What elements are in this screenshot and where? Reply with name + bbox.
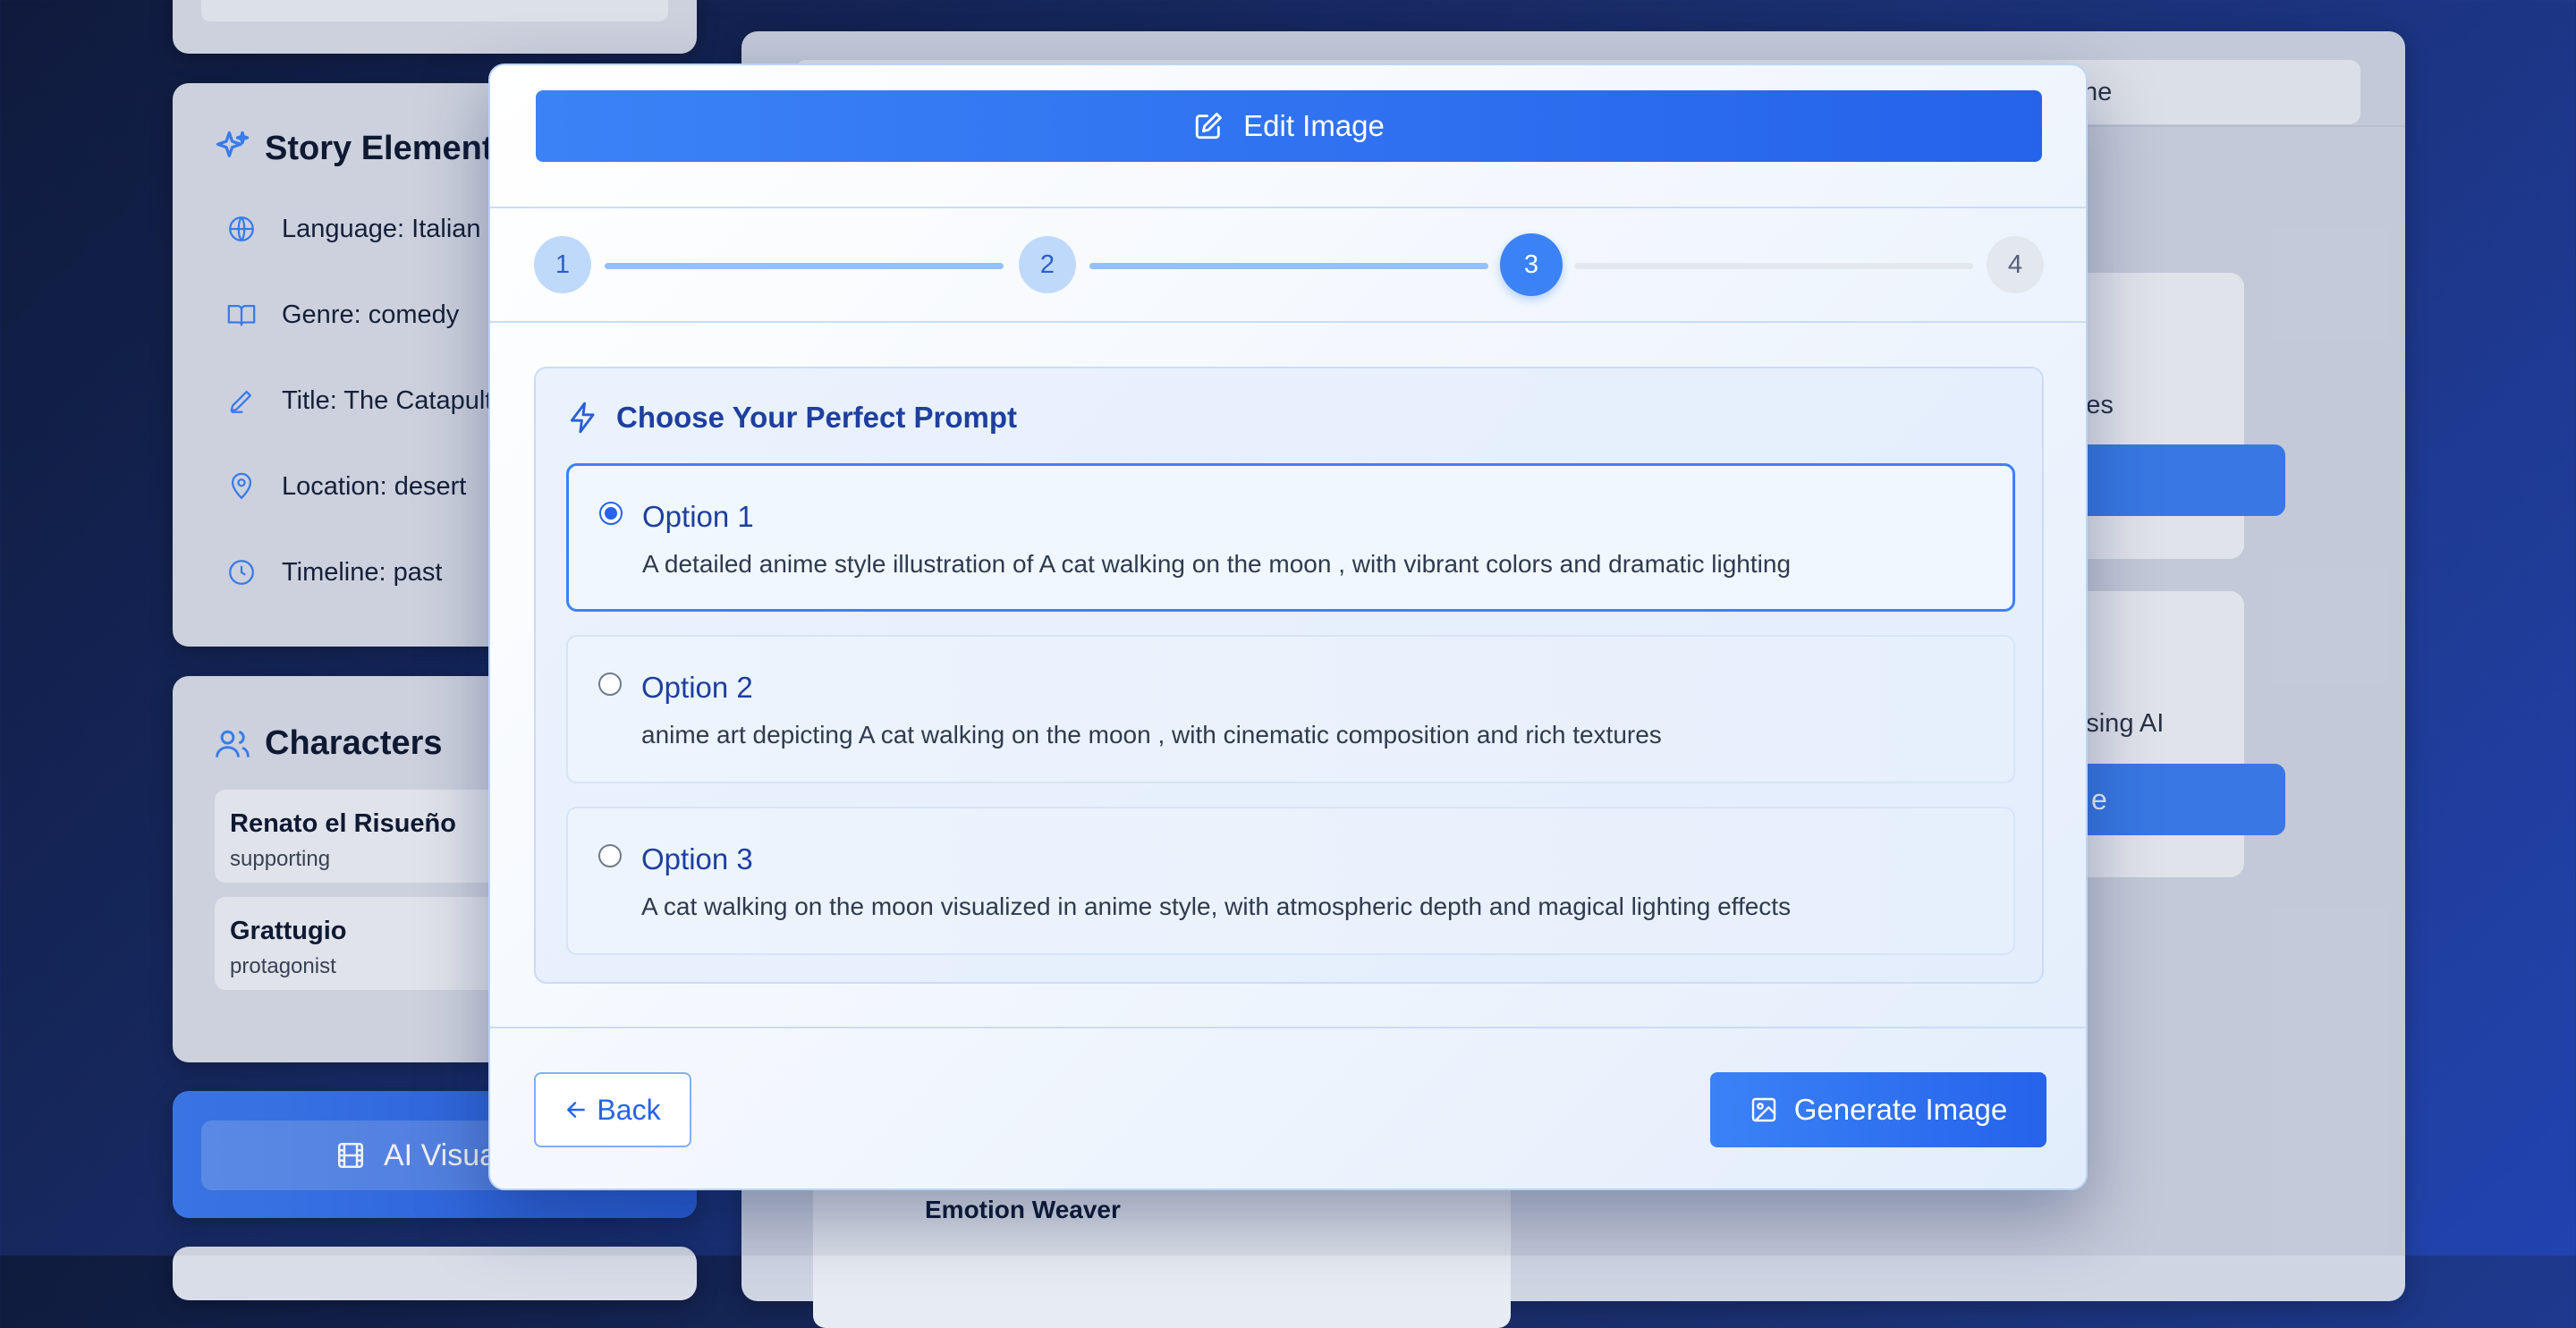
step-connector xyxy=(1574,263,1973,269)
modal-header: Edit Image xyxy=(490,65,2086,208)
lightning-icon xyxy=(570,402,595,434)
generate-image-button[interactable]: Generate Image xyxy=(1710,1072,2046,1147)
generate-image-label: Generate Image xyxy=(1793,1093,2008,1126)
option-title: Option 2 xyxy=(641,671,753,704)
radio-selected-dot xyxy=(605,507,617,520)
option-radio[interactable] xyxy=(598,672,622,696)
prompt-heading-text: Choose Your Perfect Prompt xyxy=(616,401,1018,434)
arrow-left-icon xyxy=(567,1102,586,1118)
progress-stepper: 1 2 3 4 xyxy=(490,207,2086,323)
image-icon xyxy=(1751,1097,1775,1122)
step-2: 2 xyxy=(1019,236,1076,293)
step-4: 4 xyxy=(1987,236,2044,293)
prompt-options-box: Choose Your Perfect Prompt Option 1 A de… xyxy=(534,367,2044,984)
option-title: Option 3 xyxy=(641,842,753,875)
modal-footer-divider xyxy=(490,1027,2086,1028)
edit-icon xyxy=(1195,113,1222,140)
prompt-option-1[interactable]: Option 1 A detailed anime style illustra… xyxy=(566,463,2015,612)
back-button[interactable]: Back xyxy=(534,1072,691,1147)
option-text: A detailed anime style illustration of A… xyxy=(642,550,1792,578)
back-label: Back xyxy=(597,1093,661,1126)
edit-image-modal: Edit Image 1 2 3 4 Choose Your Perfect P… xyxy=(488,63,2088,1190)
prompt-heading: Choose Your Perfect Prompt xyxy=(566,401,1017,435)
step-3: 3 xyxy=(1500,233,1563,296)
option-text: A cat walking on the moon visualized in … xyxy=(641,892,1792,920)
edit-image-button[interactable]: Edit Image xyxy=(536,90,2042,162)
option-radio[interactable] xyxy=(599,502,623,525)
step-connector xyxy=(1089,263,1488,269)
edit-image-label: Edit Image xyxy=(1243,109,1385,142)
step-connector xyxy=(605,263,1004,269)
prompt-option-2[interactable]: Option 2 anime art depicting A cat walki… xyxy=(566,635,2015,783)
step-1: 1 xyxy=(534,236,591,293)
option-text: anime art depicting A cat walking on the… xyxy=(641,721,1662,749)
option-title: Option 1 xyxy=(642,500,754,533)
option-radio[interactable] xyxy=(598,844,622,867)
prompt-option-3[interactable]: Option 3 A cat walking on the moon visua… xyxy=(566,807,2015,955)
